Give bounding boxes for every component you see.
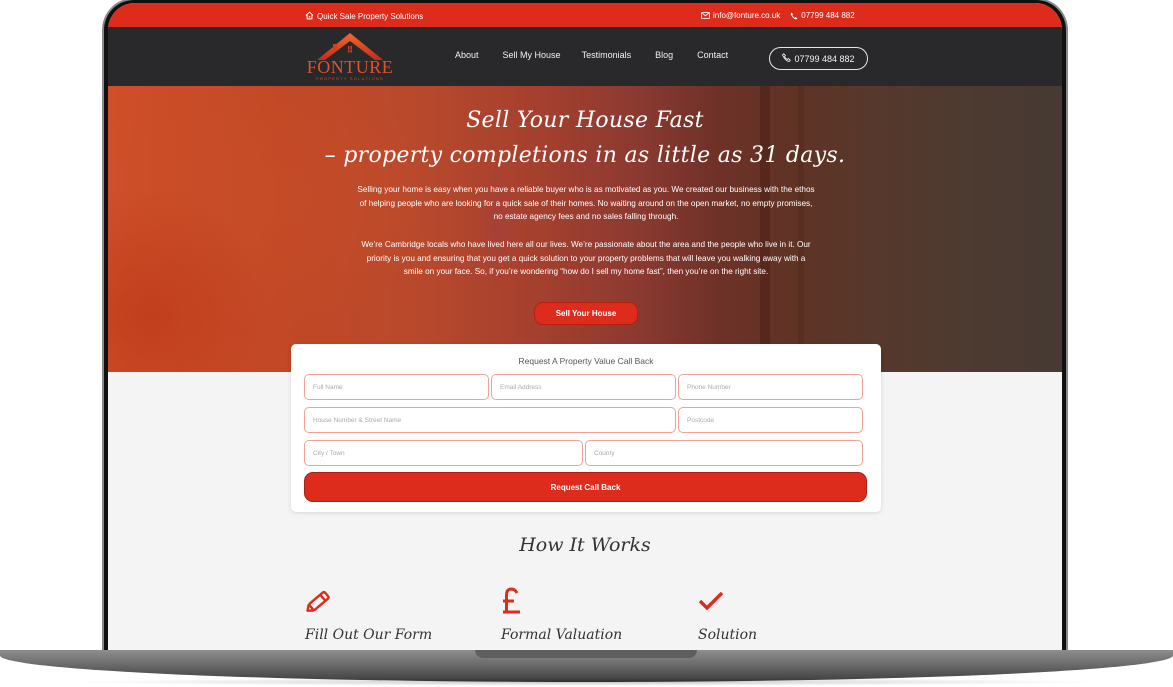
- top-bar: Quick Sale Property Solutions info@fontu…: [108, 3, 1062, 27]
- step-solution: Solution: [698, 587, 757, 643]
- logo-wordmark: FONTURE: [306, 57, 394, 77]
- hero-paragraph: Selling your home is easy when you have …: [357, 185, 815, 221]
- tagline-text: Quick Sale Property Solutions: [317, 12, 424, 21]
- hero-section: Sell Your House Fast – property completi…: [108, 86, 1062, 372]
- email-input[interactable]: Email Address: [491, 374, 676, 400]
- hero-paragraph: We’re Cambridge locals who have lived he…: [361, 240, 811, 276]
- sell-your-house-button[interactable]: Sell Your House: [534, 302, 638, 325]
- logo[interactable]: FONTURE PROPERTY SOLUTIONS: [305, 32, 395, 82]
- phone-icon: [790, 12, 798, 20]
- pound-icon: [501, 587, 622, 615]
- phone-placeholder: Phone Number: [687, 383, 731, 391]
- house-icon: [305, 11, 314, 22]
- postcode-placeholder: Postcode: [687, 416, 715, 424]
- phone-input[interactable]: Phone Number: [678, 374, 863, 400]
- top-contacts: info@fonture.co.uk 07799 484 882: [701, 11, 855, 20]
- nav-item-blog[interactable]: Blog: [655, 50, 673, 60]
- nav-item-testimonials[interactable]: Testimonials: [582, 50, 632, 60]
- postcode-input[interactable]: Postcode: [678, 407, 863, 433]
- laptop-notch: [475, 650, 697, 658]
- step-label: Solution: [698, 627, 758, 643]
- nav-phone-text: 07799 484 882: [794, 53, 855, 64]
- checkmark-icon: [698, 587, 757, 615]
- city-placeholder: City / Town: [313, 449, 345, 457]
- top-phone-text: 07799 484 882: [801, 11, 855, 20]
- pencil-icon: [305, 587, 432, 615]
- city-input[interactable]: City / Town: [304, 440, 583, 466]
- how-it-works-title: How It Works: [519, 534, 651, 556]
- county-input[interactable]: County: [585, 440, 863, 466]
- hero-subtitle: – property completions in as little as 3…: [324, 143, 846, 168]
- full-name-placeholder: Full Name: [313, 383, 343, 391]
- laptop-shadow: [60, 678, 1113, 686]
- main-nav: FONTURE PROPERTY SOLUTIONS About Sell My…: [108, 27, 1062, 86]
- nav-item-about[interactable]: About: [455, 50, 479, 60]
- full-name-input[interactable]: Full Name: [304, 374, 489, 400]
- step-fill-out-form: Fill Out Our Form: [305, 587, 432, 643]
- hero-title: Sell Your House Fast: [466, 108, 704, 133]
- request-call-back-button[interactable]: Request Call Back: [304, 472, 867, 502]
- step-label: Formal Valuation: [501, 627, 623, 643]
- top-phone-link[interactable]: 07799 484 882: [790, 11, 855, 20]
- nav-item-contact[interactable]: Contact: [697, 50, 728, 60]
- street-placeholder: House Number & Street Name: [313, 416, 402, 424]
- street-input[interactable]: House Number & Street Name: [304, 407, 676, 433]
- nav-phone-button[interactable]: 07799 484 882: [769, 47, 868, 70]
- county-placeholder: County: [594, 449, 615, 457]
- top-email-link[interactable]: info@fonture.co.uk: [701, 11, 780, 20]
- step-label: Fill Out Our Form: [305, 627, 433, 643]
- form-title: Request A Property Value Call Back: [518, 356, 654, 366]
- step-formal-valuation: Formal Valuation: [501, 587, 622, 643]
- top-email-text: info@fonture.co.uk: [713, 11, 781, 20]
- laptop-screen: Quick Sale Property Solutions info@fontu…: [108, 3, 1062, 653]
- nav-item-sell-my-house[interactable]: Sell My House: [503, 50, 561, 60]
- phone-icon: [782, 53, 792, 64]
- envelope-icon: [701, 12, 710, 19]
- nav-menu: About Sell My House Testimonials Blog Co…: [455, 50, 752, 60]
- tagline: Quick Sale Property Solutions: [305, 11, 423, 22]
- callback-form: Request A Property Value Call Back Full …: [291, 344, 881, 512]
- logo-subtitle: PROPERTY SOLUTIONS: [316, 76, 384, 81]
- email-placeholder: Email Address: [500, 383, 542, 391]
